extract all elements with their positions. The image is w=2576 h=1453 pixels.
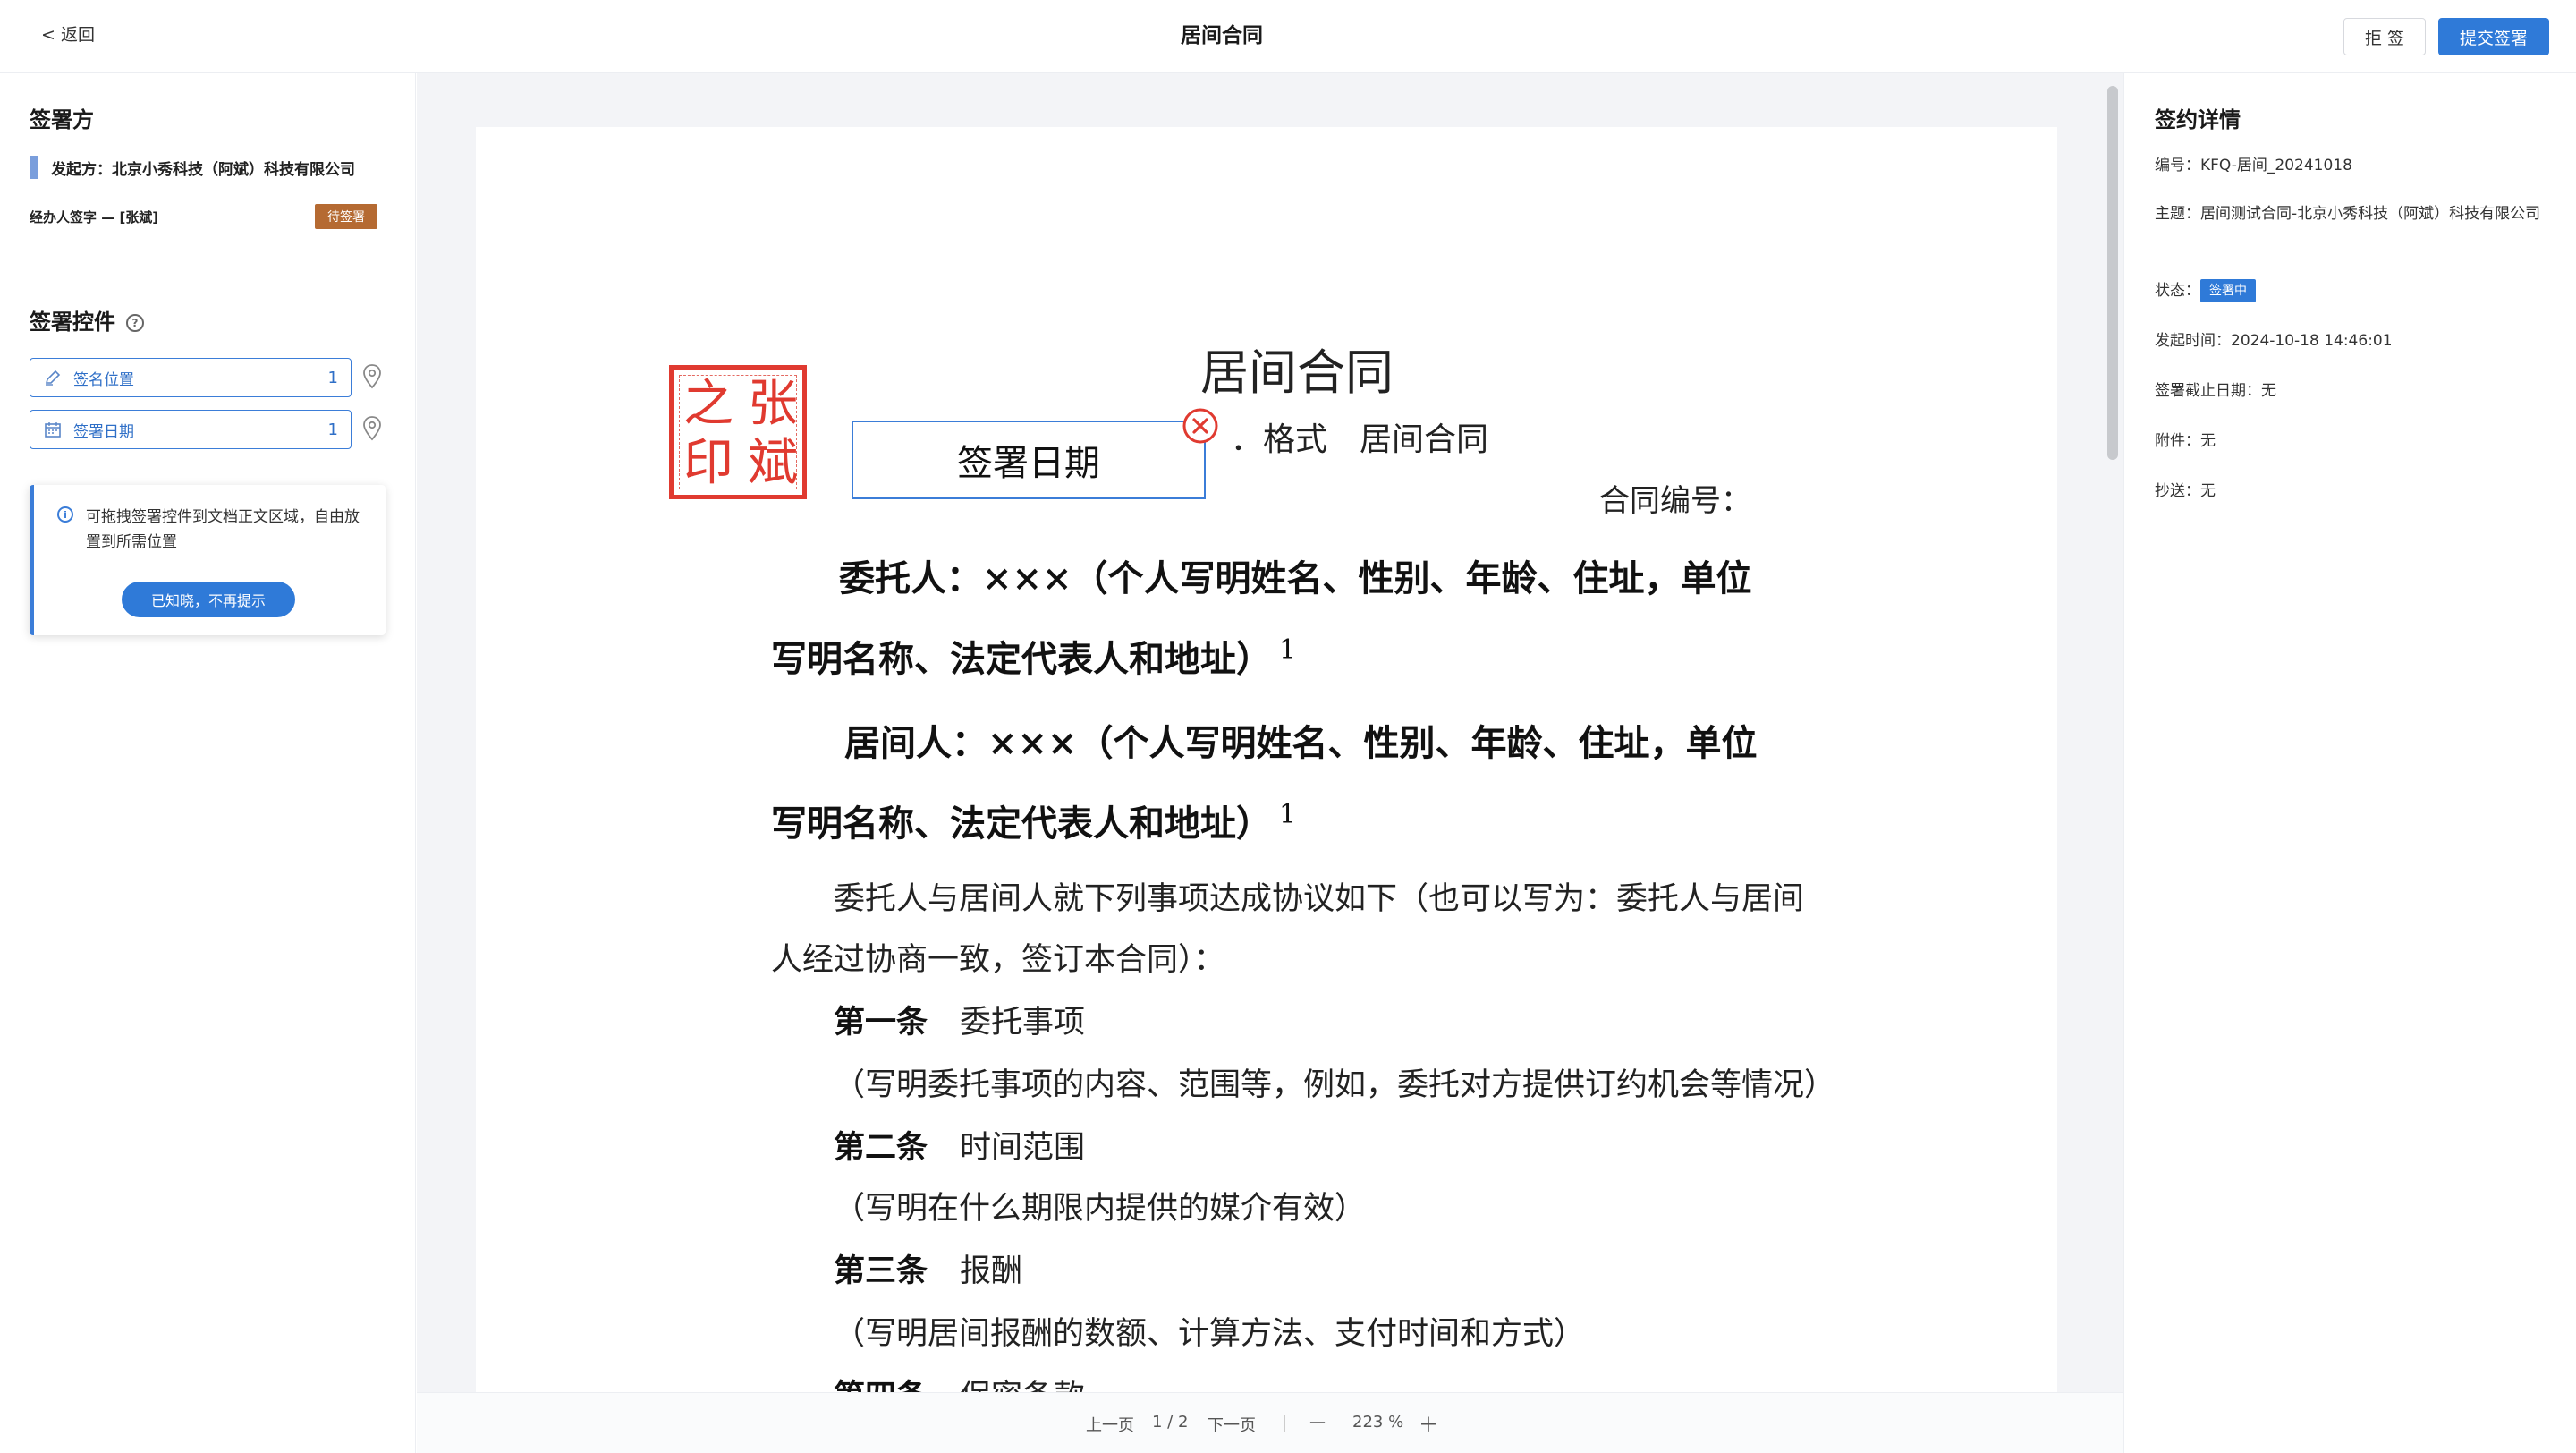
location-pin-icon[interactable]	[361, 363, 383, 390]
zoom-out-button[interactable]: —	[1309, 1413, 1326, 1432]
controls-title: 签署控件?	[30, 304, 144, 336]
next-page-button[interactable]: 下一页	[1208, 1413, 1256, 1436]
controls-title-label: 签署控件	[30, 310, 115, 335]
personal-seal-stamp[interactable]: 张 斌 之 印	[669, 365, 807, 499]
left-panel: 签署方 发起方：北京小秀科技（阿斌）科技有限公司 经办人签字 — [张斌] 待签…	[0, 73, 416, 1453]
sign-date-label: 签署日期	[73, 422, 134, 441]
document-heading: 居间合同	[1200, 344, 1394, 401]
submit-sign-button[interactable]: 提交签署	[2438, 18, 2549, 55]
contract-status-row: 状态： 签署中	[2155, 277, 2548, 304]
signature-position-control[interactable]: 签名位置 1	[30, 358, 352, 397]
calendar-icon	[43, 420, 63, 439]
initiator-row: 发起方：北京小秀科技（阿斌）科技有限公司	[30, 156, 355, 179]
pen-icon	[43, 368, 63, 387]
article-1-detail: （写明委托事项的内容、范围等，例如，委托对方提供订约机会等情况）	[834, 1067, 1836, 1103]
signature-position-count: 1	[327, 368, 338, 387]
location-pin-icon[interactable]	[361, 415, 383, 442]
signers-title: 签署方	[30, 107, 94, 132]
seal-char: 印	[683, 434, 733, 492]
article-number: 第四条	[834, 1378, 928, 1392]
pager-divider	[1284, 1415, 1285, 1432]
article-number: 第二条	[834, 1129, 928, 1166]
zoom-in-button[interactable]: ＋	[1419, 1409, 1438, 1438]
intermediary-line-2: 写明名称、法定代表人和地址） 1	[771, 794, 1296, 846]
contract-details-title: 签约详情	[2155, 107, 2241, 132]
right-panel: 签约详情 编号：KFQ-居间_20241018 主题：居间测试合同-北京小秀科技…	[2123, 73, 2576, 1453]
info-icon: i	[57, 506, 73, 523]
article-number: 第一条	[834, 1004, 928, 1041]
attachment-info: 附件：无	[2155, 432, 2216, 450]
article-title: 时间范围	[960, 1130, 1086, 1166]
pager-bar: 上一页 1 / 2 下一页 — 223 % ＋	[417, 1392, 2123, 1453]
article-number: 第三条	[834, 1253, 928, 1289]
principal-line-1: 委托人：×××（个人写明姓名、性别、年龄、住址，单位	[839, 557, 1752, 599]
initiator-label: 发起方：北京小秀科技（阿斌）科技有限公司	[51, 160, 355, 179]
intermediary-line-2-text: 写明名称、法定代表人和地址）	[771, 803, 1272, 845]
dismiss-tip-button[interactable]: 已知晓，不再提示	[122, 582, 295, 617]
viewer-scrollbar[interactable]	[2107, 86, 2118, 460]
sign-date-count: 1	[327, 420, 338, 439]
contract-number: 编号：KFQ-居间_20241018	[2155, 157, 2352, 174]
help-icon[interactable]: ?	[126, 314, 144, 332]
article-title: 保密条款	[960, 1379, 1085, 1392]
article-4: 第四条 保密条款	[834, 1371, 1085, 1392]
cc-info: 抄送：无	[2155, 482, 2216, 500]
close-icon[interactable]	[1181, 406, 1220, 446]
top-header: < 返回 居间合同 拒 签 提交签署	[0, 0, 2576, 73]
principal-line-2: 写明名称、法定代表人和地址） 1	[771, 630, 1296, 682]
drag-tip-text: 可拖拽签署控件到文档正文区域，自由放置到所需位置	[86, 508, 360, 551]
intro-line-2: 人经过协商一致，签订本合同）：	[771, 942, 1225, 978]
sign-date-field[interactable]: 签署日期	[852, 421, 1206, 499]
principal-line-2-text: 写明名称、法定代表人和地址）	[771, 638, 1272, 680]
document-format-line: ．格式 居间合同	[1231, 421, 1489, 458]
sign-deadline: 签署截止日期：无	[2155, 382, 2276, 400]
status-label: 状态：	[2155, 282, 2200, 300]
handler-label: 经办人签字 — [张斌]	[30, 209, 159, 225]
contract-subject: 主题：居间测试合同-北京小秀科技（阿斌）科技有限公司	[2155, 205, 2541, 223]
article-2: 第二条 时间范围	[834, 1122, 1085, 1168]
page-indicator: 1 / 2	[1152, 1413, 1189, 1432]
article-2-detail: （写明在什么期限内提供的媒介有效）	[834, 1191, 1367, 1227]
initiated-time: 发起时间：2024-10-18 14:46:01	[2155, 332, 2393, 350]
seal-char: 斌	[748, 434, 798, 492]
page-title: 居间合同	[1181, 24, 1263, 47]
article-4-clip: 第四条 保密条款	[417, 1360, 2107, 1392]
article-3: 第三条 报酬	[834, 1245, 1022, 1291]
zoom-level: 223 %	[1352, 1413, 1404, 1432]
sign-date-control[interactable]: 签署日期 1	[30, 410, 352, 449]
contract-number-label: 合同编号：	[1599, 483, 1751, 519]
article-title: 报酬	[960, 1253, 1023, 1289]
intermediary-line-1: 居间人：×××（个人写明姓名、性别、年龄、住址，单位	[844, 722, 1758, 764]
intro-line-1: 委托人与居间人就下列事项达成协议如下（也可以写为：委托人与居间	[834, 881, 1805, 917]
article-title: 委托事项	[960, 1005, 1086, 1041]
reject-button[interactable]: 拒 签	[2343, 18, 2426, 55]
footnote-mark: 1	[1279, 798, 1297, 830]
status-badge: 签署中	[2200, 279, 2256, 302]
article-3-detail: （写明居间报酬的数额、计算方法、支付时间和方式）	[834, 1316, 1586, 1352]
drag-tip-box: i 可拖拽签署控件到文档正文区域，自由放置到所需位置 已知晓，不再提示	[30, 485, 386, 635]
signature-position-label: 签名位置	[73, 370, 134, 389]
initiator-marker	[30, 156, 38, 179]
article-1: 第一条 委托事项	[834, 997, 1085, 1042]
prev-page-button[interactable]: 上一页	[1086, 1413, 1134, 1436]
footnote-mark: 1	[1279, 633, 1297, 666]
seal-char: 张	[748, 375, 798, 433]
pending-status-badge: 待签署	[315, 204, 377, 229]
seal-char: 之	[683, 375, 733, 433]
